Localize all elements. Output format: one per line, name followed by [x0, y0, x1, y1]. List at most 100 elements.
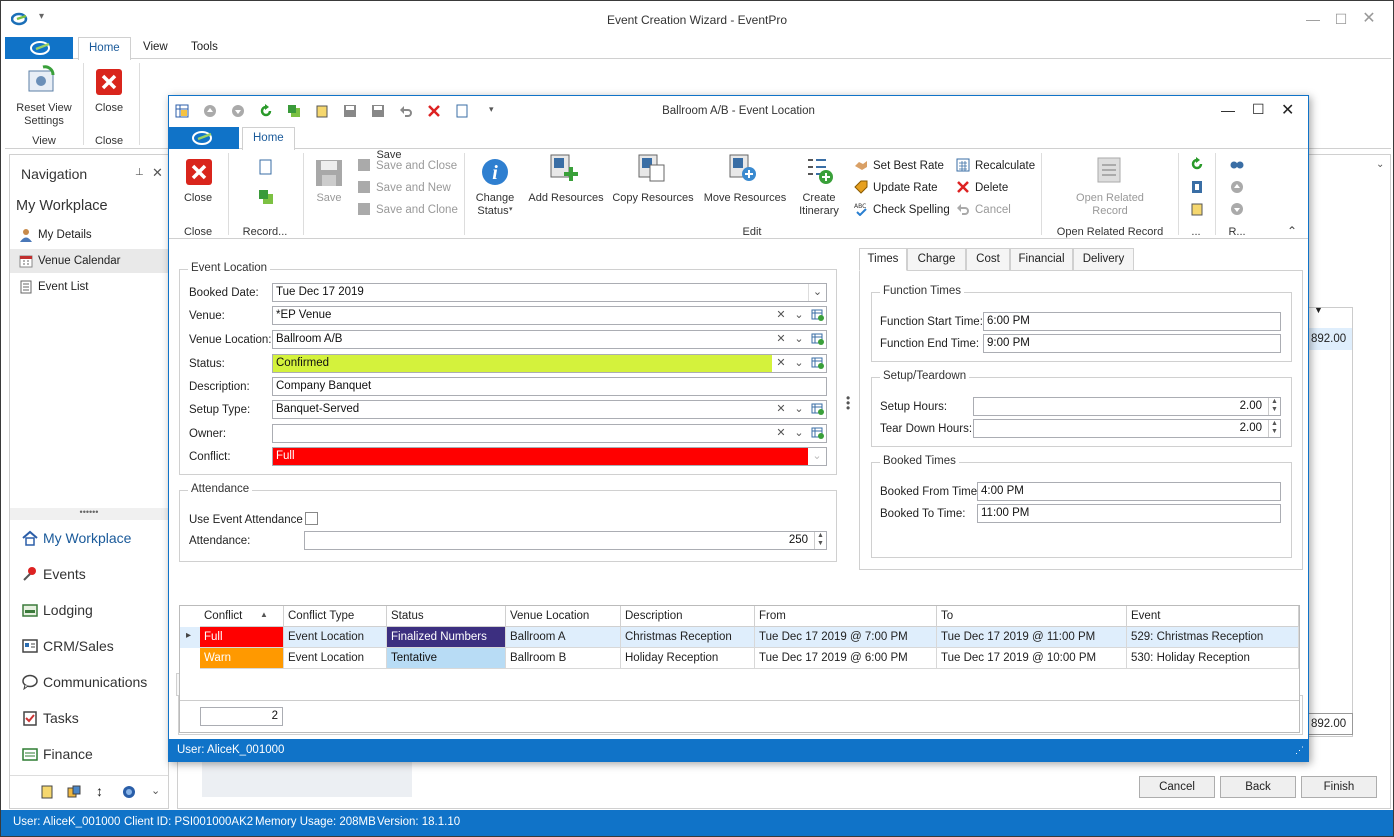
chevron-down-icon[interactable]: ⌄	[151, 784, 160, 797]
tab-tools[interactable]: Tools	[191, 41, 218, 53]
info-small-icon[interactable]	[1190, 180, 1204, 194]
lookup-icon[interactable]	[808, 425, 826, 442]
behind-chevron-icon[interactable]: ⌄	[1376, 159, 1384, 170]
setup-type-field[interactable]: Banquet-Served ✕ ⌄	[272, 400, 827, 419]
nav-section-my-workplace[interactable]: My Workplace	[10, 523, 168, 553]
table-row[interactable]: ▸ Full Event Location Finalized Numbers Ball…	[180, 627, 1299, 648]
teardown-hours-field[interactable]: 2.00 ▲ ▼	[973, 419, 1281, 438]
copy-record-icon[interactable]	[258, 189, 274, 205]
chevron-down-icon[interactable]: ⌄	[790, 331, 808, 348]
nav-section-lodging[interactable]: Lodging	[10, 595, 168, 625]
clear-icon[interactable]: ✕	[772, 331, 790, 348]
tab-view[interactable]: View	[143, 41, 168, 53]
booked-from-field[interactable]: 4:00 PM	[977, 482, 1281, 501]
set-best-rate-button[interactable]: Set Best Rate	[854, 158, 944, 172]
clear-icon[interactable]: ✕	[772, 401, 790, 418]
nav-item-venue-calendar[interactable]: Venue Calendar	[10, 249, 168, 273]
panel-splitter[interactable]: ••••••	[10, 508, 168, 520]
column-header-to[interactable]: To	[937, 606, 1127, 627]
venue-field[interactable]: *EP Venue ✕ ⌄	[272, 306, 827, 325]
resize-grip-icon[interactable]: ⋰	[1295, 739, 1304, 761]
globe-icon[interactable]	[122, 785, 136, 799]
chevron-down-icon[interactable]: ⌄	[790, 425, 808, 442]
column-header-from[interactable]: From	[755, 606, 937, 627]
app-menu-tab[interactable]	[5, 37, 73, 59]
tab-financial[interactable]: Financial	[1010, 248, 1073, 270]
update-rate-button[interactable]: Update Rate	[854, 180, 938, 194]
column-header-venue-location[interactable]: Venue Location	[506, 606, 621, 627]
nav-section-crm-sales[interactable]: CRM/Sales	[10, 631, 168, 661]
close-window-icon[interactable]: ✕	[1359, 11, 1379, 27]
dialog-close-icon[interactable]: ✕	[1281, 100, 1294, 120]
tab-times[interactable]: Times	[859, 248, 907, 271]
attendance-field[interactable]: 250 ▲ ▼	[304, 531, 827, 550]
use-event-attendance-checkbox[interactable]	[305, 512, 318, 525]
save-and-new-button[interactable]: Save and New	[357, 180, 451, 194]
new-record-icon[interactable]	[258, 159, 274, 175]
dialog-app-menu-tab[interactable]	[169, 127, 239, 149]
lookup-icon[interactable]	[808, 331, 826, 348]
nav-section-finance[interactable]: Finance	[10, 739, 168, 769]
collapse-ribbon-icon[interactable]: ⌃	[1287, 224, 1297, 238]
clear-icon[interactable]: ✕	[772, 425, 790, 442]
sort-arrows-icon[interactable]: ↕	[96, 783, 103, 799]
booked-date-field[interactable]: Tue Dec 17 2019 ⌄	[272, 283, 827, 302]
down-arrow-icon[interactable]	[1230, 202, 1244, 216]
binoculars-icon[interactable]	[1230, 157, 1244, 171]
lookup-icon[interactable]	[808, 307, 826, 324]
column-header-conflict-type[interactable]: Conflict Type	[284, 606, 387, 627]
sort-ascending-icon[interactable]: ▲	[260, 610, 268, 619]
cancel-button[interactable]: Cancel	[1139, 776, 1215, 798]
column-header-status[interactable]: Status	[387, 606, 506, 627]
chevron-down-icon[interactable]: ⌄	[790, 307, 808, 324]
pin-panel-icon[interactable]: ⊥	[135, 167, 144, 178]
lookup-icon[interactable]	[808, 401, 826, 418]
tab-cost[interactable]: Cost	[966, 248, 1010, 270]
dialog-tab-home[interactable]: Home	[242, 127, 295, 150]
behind-dropdown-icon[interactable]: ▼	[1314, 305, 1323, 315]
back-button[interactable]: Back	[1220, 776, 1296, 798]
function-end-field[interactable]: 9:00 PM	[983, 334, 1281, 353]
table-row[interactable]: Warn Event Location Tentative Ballroom B Hol…	[180, 648, 1299, 669]
booked-to-field[interactable]: 11:00 PM	[977, 504, 1281, 523]
function-start-field[interactable]: 6:00 PM	[983, 312, 1281, 331]
refresh-icon[interactable]	[1190, 157, 1204, 171]
maximize-icon[interactable]: ☐	[1331, 11, 1351, 27]
spin-buttons-icon[interactable]: ▲ ▼	[1268, 398, 1280, 415]
column-header-event[interactable]: Event	[1127, 606, 1299, 627]
lookup-icon[interactable]	[808, 355, 826, 372]
dialog-maximize-icon[interactable]: ☐	[1252, 101, 1265, 118]
chevron-down-icon[interactable]: ⌄	[808, 284, 826, 301]
nav-section-communications[interactable]: Communications	[10, 667, 168, 697]
resources-small-icon[interactable]	[67, 785, 81, 799]
tab-charge[interactable]: Charge	[907, 248, 966, 270]
nav-section-events[interactable]: Events	[10, 559, 168, 589]
recalculate-button[interactable]: Recalculate	[956, 158, 1035, 172]
splitter-handle[interactable]: • • •	[846, 392, 850, 414]
dialog-minimize-icon[interactable]: —	[1221, 102, 1235, 118]
save-and-clone-button[interactable]: Save and Clone	[357, 202, 458, 216]
clear-icon[interactable]: ✕	[772, 355, 790, 372]
minimize-icon[interactable]: —	[1303, 11, 1323, 27]
column-header-description[interactable]: Description	[621, 606, 755, 627]
nav-item-my-details[interactable]: My Details	[10, 223, 168, 247]
setup-hours-field[interactable]: 2.00 ▲ ▼	[973, 397, 1281, 416]
nav-item-event-list[interactable]: Event List	[10, 275, 168, 299]
tab-delivery[interactable]: Delivery	[1073, 248, 1134, 270]
chevron-down-icon[interactable]: ⌄	[790, 355, 808, 372]
clear-icon[interactable]: ✕	[772, 307, 790, 324]
nav-section-tasks[interactable]: Tasks	[10, 703, 168, 733]
venue-location-field[interactable]: Ballroom A/B ✕ ⌄	[272, 330, 827, 349]
finish-button[interactable]: Finish	[1301, 776, 1377, 798]
description-field[interactable]: Company Banquet	[272, 377, 827, 396]
spin-buttons-icon[interactable]: ▲ ▼	[814, 532, 826, 549]
owner-field[interactable]: ✕ ⌄	[272, 424, 827, 443]
spin-buttons-icon[interactable]: ▲ ▼	[1268, 420, 1280, 437]
close-panel-icon[interactable]: ✕	[152, 165, 163, 181]
column-header-conflict[interactable]: Conflict	[200, 606, 284, 627]
chevron-down-icon[interactable]: ⌄	[790, 401, 808, 418]
tab-home[interactable]: Home	[78, 37, 131, 60]
delete-button[interactable]: Delete	[956, 180, 1008, 194]
clipboard-icon[interactable]	[1190, 202, 1204, 216]
notes-small-icon[interactable]	[40, 785, 54, 799]
